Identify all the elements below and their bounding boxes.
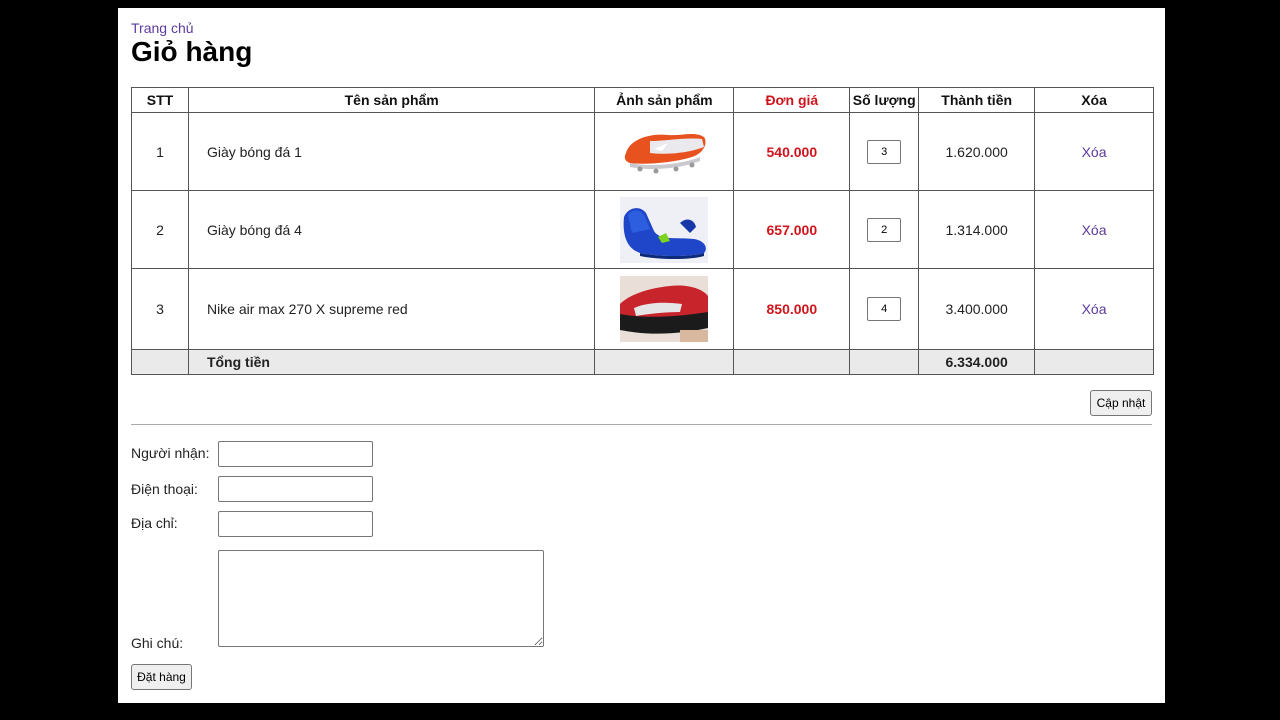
row-stt: 3	[131, 268, 189, 350]
product-subtotal: 1.314.000	[918, 190, 1036, 269]
table-row: 2 Giày bóng đá 4 657.000 1.31	[131, 190, 1154, 269]
delete-link[interactable]: Xóa	[1082, 144, 1107, 160]
delete-cell: Xóa	[1034, 268, 1154, 350]
quantity-cell	[849, 268, 920, 350]
product-name: Giày bóng đá 4	[187, 190, 596, 269]
delete-cell: Xóa	[1034, 190, 1154, 269]
row-stt: 1	[131, 112, 189, 191]
home-link[interactable]: Trang chủ	[131, 20, 194, 36]
update-cart-button[interactable]: Cập nhật	[1090, 390, 1152, 416]
quantity-input[interactable]	[867, 139, 902, 164]
total-row: Tổng tiền 6.334.000	[131, 349, 1154, 375]
total-value: 6.334.000	[918, 349, 1036, 375]
recipient-input[interactable]	[218, 441, 373, 467]
page-title: Giỏ hàng	[131, 36, 253, 67]
delete-cell: Xóa	[1034, 112, 1154, 191]
address-input[interactable]	[218, 511, 373, 537]
product-name: Giày bóng đá 1	[187, 112, 596, 191]
product-image-red-sneaker	[620, 276, 709, 342]
cart-page: Trang chủ Giỏ hàng STT Tên sản phẩm Ảnh …	[118, 8, 1165, 703]
total-empty-cell	[131, 349, 189, 375]
note-textarea[interactable]	[218, 550, 544, 647]
quantity-cell	[849, 190, 920, 269]
product-image-blue-boot	[620, 196, 709, 263]
table-header-row: STT Tên sản phẩm Ảnh sản phẩm Đơn giá Số…	[131, 87, 1154, 113]
total-empty-cell	[733, 349, 851, 375]
product-image-cell	[594, 190, 735, 269]
quantity-input[interactable]	[867, 297, 902, 321]
header-stt: STT	[131, 87, 189, 113]
total-empty-cell	[849, 349, 920, 375]
product-image-cell	[594, 112, 735, 191]
product-subtotal: 1.620.000	[918, 112, 1036, 191]
place-order-button[interactable]: Đặt hàng	[131, 664, 192, 690]
table-row: 1 Giày bóng đá 1 540.000 3 1.620.000 Xóa	[131, 112, 1154, 191]
header-quantity: Số lượng	[849, 87, 920, 113]
phone-input[interactable]	[218, 476, 373, 502]
product-image-cell	[594, 268, 735, 350]
product-price: 657.000	[733, 190, 851, 269]
header-name: Tên sản phẩm	[187, 87, 596, 113]
total-label: Tổng tiền	[187, 349, 596, 375]
product-price: 850.000	[733, 268, 851, 350]
note-label: Ghi chú:	[131, 635, 184, 651]
header-price: Đơn giá	[733, 87, 851, 113]
header-image: Ảnh sản phẩm	[594, 87, 735, 113]
cart-table: STT Tên sản phẩm Ảnh sản phẩm Đơn giá Số…	[131, 87, 1154, 375]
product-subtotal: 3.400.000	[918, 268, 1036, 350]
phone-label: Điện thoại:	[131, 481, 198, 497]
address-label: Địa chỉ:	[131, 515, 178, 531]
recipient-label: Người nhận:	[131, 445, 210, 461]
product-price: 540.000	[733, 112, 851, 191]
header-subtotal: Thành tiền	[918, 87, 1036, 113]
product-name: Nike air max 270 X supreme red	[187, 268, 596, 350]
total-empty-cell	[1034, 349, 1154, 375]
quantity-input[interactable]	[867, 217, 902, 242]
section-divider	[131, 424, 1152, 425]
table-row: 3 Nike air max 270 X supreme red 850.000	[131, 268, 1154, 350]
row-stt: 2	[131, 190, 189, 269]
quantity-cell	[849, 112, 920, 191]
delete-link[interactable]: Xóa	[1082, 301, 1107, 317]
header-delete: Xóa	[1034, 87, 1154, 113]
delete-link[interactable]: Xóa	[1082, 222, 1107, 238]
product-image-orange-boot	[620, 118, 709, 185]
total-empty-cell	[594, 349, 735, 375]
